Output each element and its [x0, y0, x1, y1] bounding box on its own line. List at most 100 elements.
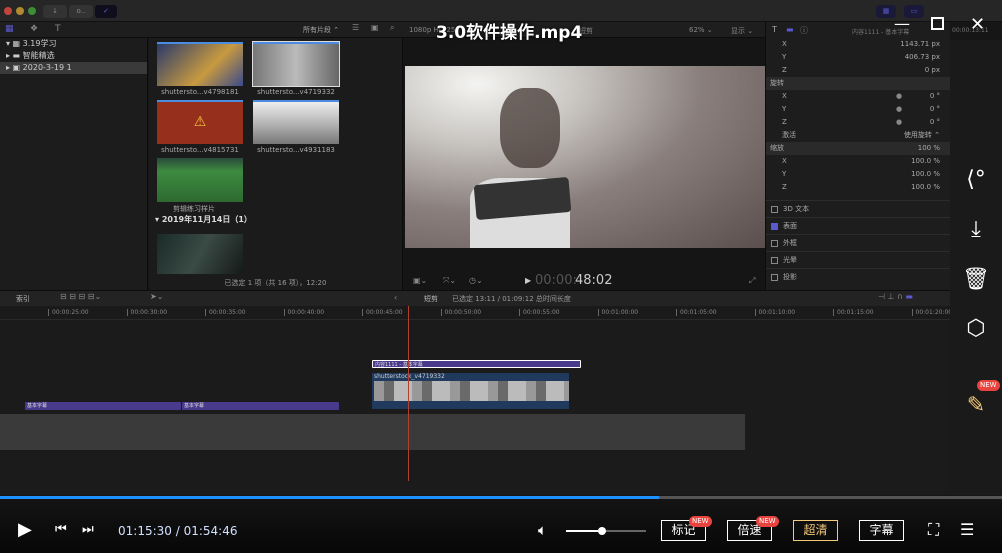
index-button[interactable]: 索引	[16, 294, 30, 304]
background-tasks-icon[interactable]: ✓	[95, 5, 117, 18]
sidebar-item-library[interactable]: ▾ ▦ 3.19学习	[0, 38, 147, 50]
time-display: 01:15:30 / 01:54:46	[118, 524, 238, 538]
subtitle-button[interactable]: 字幕	[859, 520, 904, 541]
person-figure	[500, 88, 560, 168]
clip-thumbnail[interactable]	[253, 100, 339, 144]
pin-icon[interactable]: ✎	[962, 392, 990, 420]
clip-filter-select[interactable]: 所有片段 ⌃	[303, 25, 339, 35]
checkbox[interactable]	[771, 205, 778, 213]
rotation-dial-icon[interactable]: ●	[896, 116, 902, 129]
previous-icon[interactable]: ⏮	[55, 522, 67, 537]
viewer-display-select[interactable]: 显示 ⌄	[731, 26, 753, 36]
event-icon: ▸ ▣	[6, 63, 23, 72]
checkbox[interactable]	[771, 239, 778, 247]
fullscreen-viewer-icon[interactable]: ⤢	[749, 276, 755, 286]
clip-thumbnail[interactable]	[252, 41, 340, 87]
select-tool-icon[interactable]: ➤⌄	[150, 292, 163, 301]
edit-buttons-icon[interactable]: ⊟ ⊟ ⊟ ⊟⌄	[60, 292, 101, 301]
titles-icon[interactable]: T	[55, 24, 61, 34]
missing-file-thumbnail[interactable]: ⚠	[157, 100, 243, 144]
section-glow[interactable]: 光晕	[766, 251, 950, 268]
folder-icon: ▸ ▬	[6, 51, 23, 60]
minimize-window-dot[interactable]	[16, 7, 24, 15]
ruler-tick: 00:01:00:00	[597, 309, 638, 316]
play-icon[interactable]: ▶	[18, 519, 32, 540]
checkbox[interactable]	[771, 256, 778, 264]
sidebar-item-event[interactable]: ▸ ▣ 2020-3-19 1	[0, 62, 147, 74]
volume-fill	[566, 530, 602, 532]
delete-icon[interactable]: 🗑︎	[962, 266, 990, 294]
quality-button[interactable]: 超清	[793, 520, 838, 541]
volume-slider[interactable]	[566, 527, 646, 535]
subtitle-clip[interactable]: 基本字幕	[25, 402, 181, 410]
photos-icon[interactable]: ❖	[30, 24, 38, 34]
rotation-dial-icon[interactable]: ●	[896, 90, 902, 103]
inspector: T ▬ ⓘ 内容1111 - 基本字幕 00:00:13:11 X 1143.71…	[765, 22, 989, 290]
checkbox[interactable]	[771, 273, 778, 281]
volume-knob[interactable]	[598, 527, 606, 535]
checkbox-checked[interactable]	[771, 222, 778, 230]
import-icon[interactable]: ↓	[43, 5, 67, 18]
download-icon[interactable]: ⤓	[962, 216, 990, 244]
playlist-icon[interactable]: ☰	[960, 520, 974, 539]
section-outline[interactable]: 外框	[766, 234, 950, 251]
transform-icon[interactable]: ⤧⌄	[443, 276, 456, 286]
clip-browser: shuttersto...v4798181 shuttersto...v4719…	[149, 38, 402, 290]
rotation-x: X ● 0 °	[766, 90, 950, 103]
next-icon[interactable]: ⏭	[82, 522, 94, 537]
timeline-info: 已选定 13:11 / 01:09:12 总时间长度	[452, 295, 571, 303]
rotation-dial-icon[interactable]: ●	[896, 103, 902, 116]
timeline-project-name: 短剪	[424, 295, 438, 303]
clip-label: shuttersto...v4798181	[161, 88, 239, 96]
clip-label: shuttersto...v4931183	[257, 146, 335, 154]
zoom-window-dot[interactable]	[28, 7, 36, 15]
keyword-icon[interactable]: o‥	[69, 5, 93, 18]
library-icon[interactable]: ▦	[5, 24, 14, 34]
clip-thumbnail[interactable]	[157, 42, 243, 86]
ruler-tick: 00:01:10:00	[754, 309, 795, 316]
timecode-dim: 00:00:	[535, 273, 577, 288]
close-button[interactable]: ✕	[970, 14, 985, 35]
viewer-play-icon[interactable]: ▶	[525, 276, 531, 285]
browser-toggle-icon[interactable]: ▦	[876, 5, 896, 18]
scale-z: Z 100.0 %	[782, 183, 940, 191]
close-window-dot[interactable]	[4, 7, 12, 15]
position-y: Y 406.73 px	[782, 53, 940, 61]
clip-label: shuttersto...v4815731	[161, 146, 239, 154]
progress-track[interactable]	[0, 496, 1002, 499]
rotation-y: Y ● 0 °	[766, 103, 950, 116]
subtitle-clip[interactable]: 基本字幕	[182, 402, 339, 410]
back-icon[interactable]: ‹	[394, 293, 397, 302]
viewer-zoom-select[interactable]: 62% ⌄	[689, 26, 713, 34]
settings-icon[interactable]: ⬡	[962, 315, 990, 343]
video-clip[interactable]: shutterstock_v4719332	[372, 373, 569, 409]
audio-tools-icon[interactable]: ⊣ ⊥ ∩ ▬	[878, 292, 913, 301]
view-options-icon[interactable]: ▣⌄	[413, 276, 427, 285]
section-3d-text[interactable]: 3D 文本	[766, 200, 950, 217]
timeline-toolbar: 索引 ⊟ ⊟ ⊟ ⊟⌄ ➤⌄ ‹ 短剪 已选定 13:11 / 01:09:12…	[0, 290, 950, 306]
timeline-ruler: 00:00:25:00 00:00:30:00 00:00:35:00 00:00:4…	[0, 306, 952, 320]
sidebar-item-smart[interactable]: ▸ ▬ 智能精选	[0, 50, 147, 62]
scale-x: X 100.0 %	[782, 157, 940, 165]
minimize-button[interactable]: —	[894, 14, 910, 33]
volume-icon[interactable]: 🔈︎	[538, 521, 547, 539]
playhead[interactable]	[408, 306, 409, 481]
maximize-button[interactable]	[931, 17, 944, 30]
section-face[interactable]: 表面	[766, 217, 950, 234]
filmstrip-icon[interactable]: ▣	[371, 23, 379, 32]
video-inspector-icon[interactable]: ▬	[786, 25, 794, 34]
share-icon[interactable]: ⟨°	[962, 166, 990, 194]
section-shadow[interactable]: 投影	[766, 268, 950, 285]
text-inspector-icon[interactable]: T	[772, 25, 777, 34]
title-clip[interactable]: 内容1111 - 基本字幕	[372, 360, 581, 368]
fullscreen-icon[interactable]: ⛶	[928, 520, 939, 540]
info-icon[interactable]: ⓘ	[800, 25, 808, 36]
list-view-icon[interactable]: ☰	[352, 23, 359, 32]
clip-thumbnail[interactable]	[157, 158, 243, 202]
speed-icon[interactable]: ◷⌄	[469, 276, 483, 285]
search-icon[interactable]: ⌕	[390, 23, 394, 33]
clip-thumbnail[interactable]	[157, 234, 243, 274]
ruler-tick: 00:00:40:00	[283, 309, 324, 316]
date-group-header[interactable]: ▾ 2019年11月14日（1）	[155, 214, 252, 225]
new-badge: NEW	[977, 380, 1000, 391]
